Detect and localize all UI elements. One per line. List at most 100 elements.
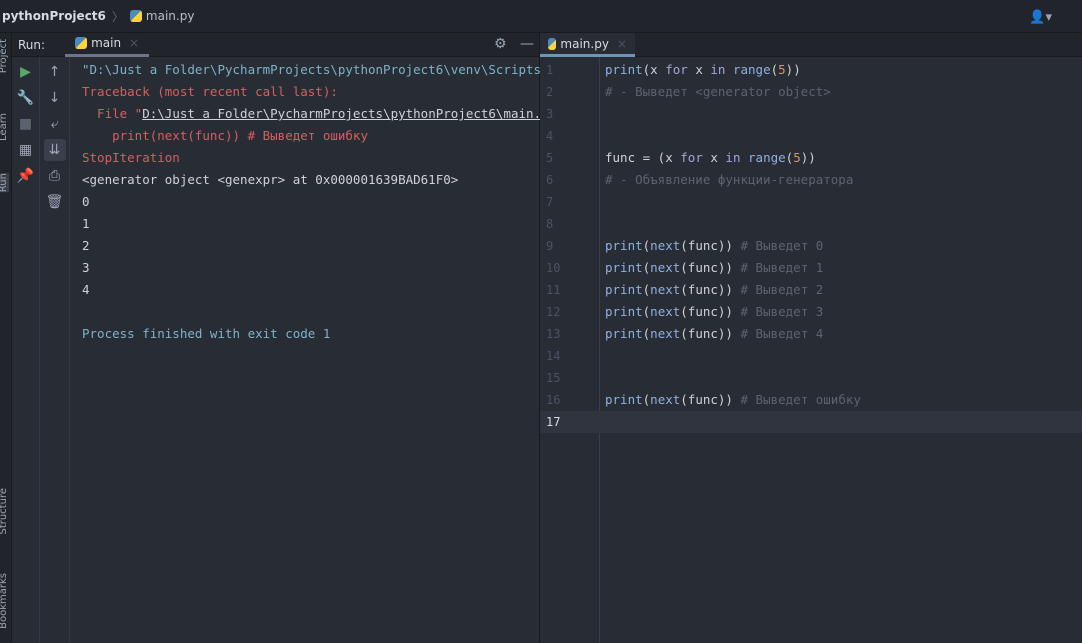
code-line[interactable]: 14 (540, 345, 1082, 367)
code-line[interactable]: 9 print(next(func)) # Выведет 0 (540, 235, 1082, 257)
code-line[interactable]: 2 # - Выведет <generator object> (540, 81, 1082, 103)
line-text: print(next(func)) # Выведет ошибку (605, 392, 861, 407)
console-line: print(next(func)) # Выведет ошибку (82, 128, 368, 143)
learn-tool-button[interactable]: Learn (0, 113, 9, 141)
line-number: 14 (546, 349, 561, 363)
line-text: func = (x for x in range(5)) (605, 150, 816, 165)
breadcrumb-project[interactable]: pythonProject6 (2, 9, 106, 23)
run-panel: Run: main × ⚙ — ▶ 🔧 ■ ▦ 📌 ↑ ↓ ⤶ ⇊ ⎙ 🗑 "D:… (12, 33, 540, 643)
breadcrumb-file[interactable]: main.py (146, 9, 195, 23)
line-number: 6 (546, 173, 554, 187)
soft-wrap-icon[interactable]: ⤶ (44, 113, 66, 135)
line-text (600, 213, 605, 235)
line-text: print(next(func)) # Выведет 3 (605, 304, 824, 319)
code-line[interactable]: 12 print(next(func)) # Выведет 3 (540, 301, 1082, 323)
arrow-up-icon[interactable]: ↑ (44, 61, 66, 83)
gear-icon[interactable]: ⚙ (494, 36, 507, 52)
console-line: File "D:\Just a Folder\PycharmProjects\p… (82, 103, 540, 125)
code-line[interactable]: 13 print(next(func)) # Выведет 4 (540, 323, 1082, 345)
console-line: 1 (82, 216, 90, 231)
line-text (600, 103, 605, 125)
code-area[interactable]: 1 print(x for x in range(5)) 2 # - Выведет … (540, 59, 1082, 433)
python-icon (75, 37, 88, 49)
python-file-icon (548, 37, 557, 50)
line-text: print(next(func)) # Выведет 1 (605, 260, 824, 275)
line-text: print(next(func)) # Выведет 0 (605, 238, 824, 253)
trash-icon[interactable]: 🗑 (44, 191, 66, 213)
line-number: 7 (546, 195, 554, 209)
python-file-icon (129, 10, 142, 22)
console-line: <generator object <genexpr> at 0x0000016… (82, 172, 459, 187)
console-line: 0 (82, 194, 90, 209)
run-label: Run: (18, 37, 46, 52)
minimize-icon[interactable]: — (520, 36, 534, 52)
line-number: 16 (546, 393, 561, 407)
line-text (600, 345, 605, 367)
line-text (600, 191, 605, 213)
code-line[interactable]: 5 func = (x for x in range(5)) (540, 147, 1082, 169)
file-link[interactable]: D:\Just a Folder\PycharmProjects\pythonP… (142, 106, 540, 121)
line-number: 12 (546, 305, 561, 319)
line-number: 13 (546, 327, 561, 341)
console-line: 3 (82, 260, 90, 275)
editor-tab-main-py[interactable]: main.py × (540, 33, 635, 57)
console-line: 2 (82, 238, 90, 253)
title-bar: pythonProject6 〉 main.py 👤▾ (0, 0, 1082, 33)
code-line[interactable]: 8 (540, 213, 1082, 235)
line-number: 9 (546, 239, 554, 253)
code-line[interactable]: 17 (540, 411, 1082, 433)
close-icon[interactable]: × (617, 37, 627, 51)
line-number: 4 (546, 129, 554, 143)
structure-tool-button[interactable]: Structure (0, 488, 9, 535)
console-line: Traceback (most recent call last): (82, 84, 338, 99)
line-number: 5 (546, 151, 554, 165)
console-line: "D:\Just a Folder\PycharmProjects\python… (82, 62, 540, 77)
code-line[interactable]: 15 (540, 367, 1082, 389)
run-tool-button[interactable]: Run (0, 173, 9, 193)
line-number: 11 (546, 283, 561, 297)
rerun-icon[interactable]: ▶ (15, 61, 37, 83)
layout-icon[interactable]: ▦ (15, 139, 37, 161)
code-line[interactable]: 11 print(next(func)) # Выведет 2 (540, 279, 1082, 301)
left-tool-stripe: Project Learn Run Structure Bookmarks (0, 33, 12, 643)
wrench-icon[interactable]: 🔧 (15, 87, 37, 109)
line-number: 17 (546, 415, 561, 429)
line-number: 3 (546, 107, 554, 121)
line-number: 1 (546, 63, 554, 77)
editor-tab-label: main.py (560, 36, 609, 51)
line-text: # - Объявление функции-генератора (605, 172, 854, 187)
line-text: print(next(func)) # Выведет 4 (605, 326, 824, 341)
console-line: Process finished with exit code 1 (82, 326, 331, 341)
line-number: 8 (546, 217, 554, 231)
user-icon[interactable]: 👤▾ (1029, 10, 1052, 25)
line-text (600, 367, 605, 389)
line-number: 2 (546, 85, 554, 99)
bookmarks-tool-button[interactable]: Bookmarks (0, 573, 9, 629)
project-tool-button[interactable]: Project (0, 39, 9, 73)
code-line[interactable]: 7 (540, 191, 1082, 213)
scroll-to-end-icon[interactable]: ⇊ (43, 139, 66, 161)
line-text: print(x for x in range(5)) (605, 62, 801, 77)
console-line: StopIteration (82, 150, 180, 165)
code-line[interactable]: 10 print(next(func)) # Выведет 1 (540, 257, 1082, 279)
code-line[interactable]: 3 (540, 103, 1082, 125)
run-tab-main[interactable]: main × (65, 33, 150, 57)
run-tab-label: main (91, 36, 122, 50)
code-line[interactable]: 4 (540, 125, 1082, 147)
close-icon[interactable]: × (129, 36, 139, 50)
code-line[interactable]: 16 print(next(func)) # Выведет ошибку (540, 389, 1082, 411)
code-line[interactable]: 6 # - Объявление функции-генератора (540, 169, 1082, 191)
stop-icon[interactable]: ■ (15, 113, 37, 135)
code-line[interactable]: 1 print(x for x in range(5)) (540, 59, 1082, 81)
console-line: 4 (82, 282, 90, 297)
arrow-down-icon[interactable]: ↓ (44, 87, 66, 109)
pin-icon[interactable]: 📌 (15, 165, 37, 187)
line-number: 10 (546, 261, 561, 275)
line-number: 15 (546, 371, 561, 385)
line-text (600, 411, 605, 433)
editor: main.py × 1 print(x for x in range(5)) 2 # -… (540, 33, 1082, 643)
line-text (600, 125, 605, 147)
print-icon[interactable]: ⎙ (44, 165, 66, 187)
console-output[interactable]: "D:\Just a Folder\PycharmProjects\python… (82, 59, 540, 345)
